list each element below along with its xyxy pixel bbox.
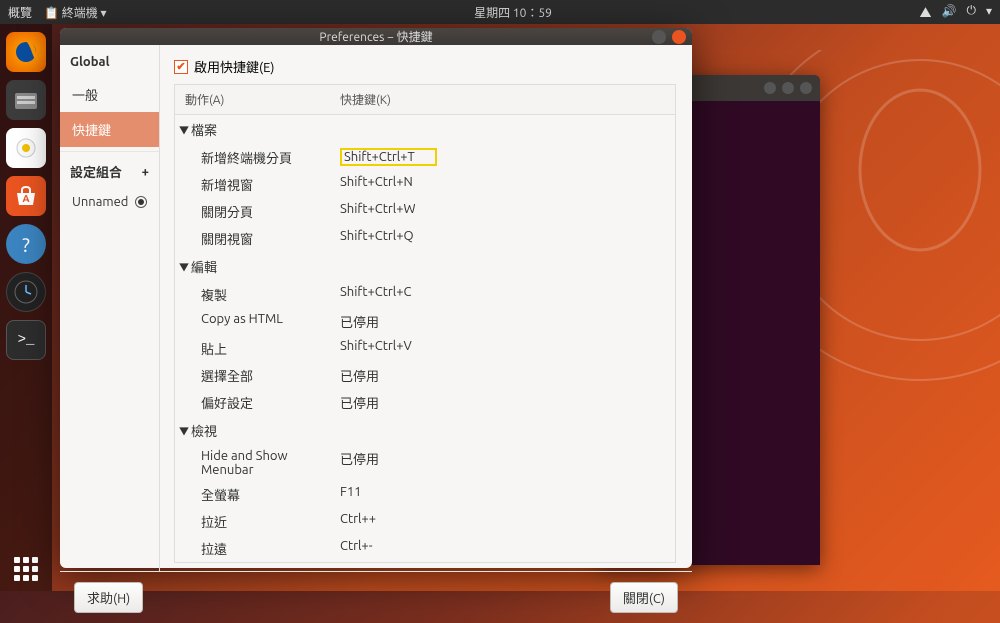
sidebar-item-general[interactable]: 一般 — [60, 77, 159, 112]
shortcut-action: 偏好設定 — [175, 389, 330, 416]
top-bar: 概覽 📋 終端機 ▾ 星期四 10：59 ▲ 🔊 ⏻ ▾ — [0, 0, 1000, 24]
shortcut-action: 關閉視窗 — [175, 225, 330, 252]
chevron-down-icon: ▼ — [179, 259, 189, 274]
preferences-content: ✔ 啟用快捷鍵(E) 動作(A) 快捷鍵(K) ▼ 檔案新增終端機分頁Shift… — [160, 45, 692, 571]
shortcut-key[interactable]: Ctrl++ — [330, 508, 675, 535]
column-action[interactable]: 動作(A) — [175, 85, 330, 114]
shortcut-key[interactable]: Ctrl+- — [330, 535, 675, 562]
table-row[interactable]: 關閉視窗Shift+Ctrl+Q — [175, 225, 675, 252]
sidebar-profiles-header: 設定組合 + — [60, 151, 159, 187]
maximize-icon[interactable] — [782, 82, 794, 94]
table-row[interactable]: Hide and Show Menubar已停用 — [175, 445, 675, 481]
table-row[interactable]: 新增終端機分頁Shift+Ctrl+T — [175, 144, 675, 171]
enable-shortcuts-checkbox[interactable]: ✔ — [174, 60, 188, 74]
enable-shortcuts-label: 啟用快捷鍵(E) — [194, 57, 274, 76]
minimize-icon[interactable] — [764, 82, 776, 94]
shortcut-key[interactable]: Shift+Ctrl+C — [330, 281, 675, 308]
table-row[interactable]: 全螢幕F11 — [175, 481, 675, 508]
activities-button[interactable]: 概覽 — [8, 4, 32, 21]
profile-radio-icon[interactable] — [135, 196, 147, 208]
table-row[interactable]: 新增視窗Shift+Ctrl+N — [175, 171, 675, 198]
table-row[interactable]: 選擇全部已停用 — [175, 362, 675, 389]
preferences-sidebar: Global 一般 快捷鍵 設定組合 + Unnamed — [60, 45, 160, 571]
preferences-window: Preferences − 快捷鍵 Global 一般 快捷鍵 設定組合 + U… — [60, 28, 692, 568]
close-button[interactable]: 關閉(C) — [610, 582, 678, 613]
launcher-software[interactable]: A — [6, 176, 46, 216]
launcher-help[interactable]: ? — [6, 224, 46, 264]
chevron-down-icon: ▼ — [179, 122, 189, 137]
shortcut-action: Copy as HTML — [175, 308, 330, 335]
preferences-titlebar[interactable]: Preferences − 快捷鍵 — [60, 28, 692, 45]
launcher-terminal[interactable]: >_ — [6, 320, 46, 360]
sidebar-global-header: Global — [60, 45, 159, 77]
launcher-apps-grid[interactable] — [14, 557, 38, 581]
sidebar-profile-unnamed[interactable]: Unnamed — [60, 187, 159, 217]
power-icon[interactable]: ⏻ — [966, 4, 976, 21]
shortcut-key[interactable]: F11 — [330, 481, 675, 508]
shortcut-action: 拉遠 — [175, 535, 330, 562]
appmenu-button[interactable]: 📋 終端機 ▾ — [44, 4, 106, 21]
launcher-dock: A ? >_ — [0, 24, 52, 591]
shortcut-key[interactable]: 已停用 — [330, 445, 675, 481]
table-group-row[interactable]: ▼ 檔案 — [175, 115, 675, 144]
launcher-firefox[interactable] — [6, 32, 46, 72]
column-shortcut[interactable]: 快捷鍵(K) — [330, 85, 675, 114]
launcher-rhythmbox[interactable] — [6, 128, 46, 168]
minimize-icon[interactable] — [652, 30, 666, 44]
shortcut-key[interactable]: 已停用 — [330, 308, 675, 335]
chevron-down-icon[interactable]: ▾ — [986, 4, 992, 21]
shortcut-key[interactable]: 已停用 — [330, 362, 675, 389]
table-row[interactable]: 拉近Ctrl++ — [175, 508, 675, 535]
shortcut-action: 新增視窗 — [175, 171, 330, 198]
shortcut-key[interactable]: Shift+Ctrl+Q — [330, 225, 675, 252]
table-row[interactable]: 拉遠Ctrl+- — [175, 535, 675, 562]
shortcut-key[interactable]: Shift+Ctrl+W — [330, 198, 675, 225]
clock[interactable]: 星期四 10：59 — [107, 4, 920, 21]
shortcut-action: 選擇全部 — [175, 362, 330, 389]
window-title: Preferences − 快捷鍵 — [60, 28, 692, 45]
table-group-row[interactable]: ▼ 編輯 — [175, 252, 675, 281]
table-row[interactable]: Copy as HTML已停用 — [175, 308, 675, 335]
table-row[interactable]: 偏好設定已停用 — [175, 389, 675, 416]
help-button[interactable]: 求助(H) — [74, 582, 143, 613]
table-header: 動作(A) 快捷鍵(K) — [175, 85, 675, 115]
preferences-footer: 求助(H) 關閉(C) — [60, 571, 692, 623]
shortcut-key[interactable]: Shift+Ctrl+T — [330, 144, 675, 171]
shortcut-action: 拉近 — [175, 508, 330, 535]
shortcut-action: 複製 — [175, 281, 330, 308]
shortcut-action: 新增終端機分頁 — [175, 144, 330, 171]
table-body[interactable]: ▼ 檔案新增終端機分頁Shift+Ctrl+T新增視窗Shift+Ctrl+N關… — [175, 115, 675, 562]
table-row[interactable]: 貼上Shift+Ctrl+V — [175, 335, 675, 362]
shortcut-key[interactable]: Shift+Ctrl+N — [330, 171, 675, 198]
svg-text:A: A — [22, 193, 29, 204]
close-icon[interactable] — [672, 30, 686, 44]
shortcut-action: 貼上 — [175, 335, 330, 362]
shortcuts-table: 動作(A) 快捷鍵(K) ▼ 檔案新增終端機分頁Shift+Ctrl+T新增視窗… — [174, 84, 676, 563]
volume-icon[interactable]: 🔊 — [942, 4, 957, 21]
shortcut-key[interactable]: Shift+Ctrl+V — [330, 335, 675, 362]
shortcut-action: 關閉分頁 — [175, 198, 330, 225]
table-row[interactable]: 複製Shift+Ctrl+C — [175, 281, 675, 308]
table-group-row[interactable]: ▼ 檢視 — [175, 416, 675, 445]
network-icon[interactable]: ▲ — [920, 4, 932, 21]
shortcut-action: Hide and Show Menubar — [175, 445, 330, 481]
launcher-clock[interactable] — [6, 272, 46, 312]
chevron-down-icon: ▼ — [179, 423, 189, 438]
table-row[interactable]: 關閉分頁Shift+Ctrl+W — [175, 198, 675, 225]
shortcut-action: 全螢幕 — [175, 481, 330, 508]
launcher-files[interactable] — [6, 80, 46, 120]
add-profile-button[interactable]: + — [142, 165, 149, 179]
shortcut-key[interactable]: 已停用 — [330, 389, 675, 416]
sidebar-item-shortcuts[interactable]: 快捷鍵 — [60, 112, 159, 147]
close-icon[interactable] — [800, 82, 812, 94]
